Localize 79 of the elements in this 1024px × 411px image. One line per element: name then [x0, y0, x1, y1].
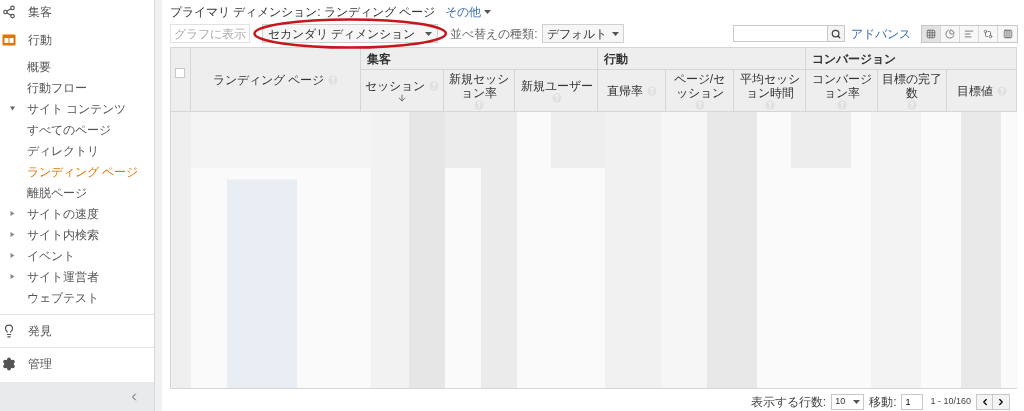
help-icon[interactable]	[765, 99, 775, 110]
caret-icon	[484, 10, 492, 14]
collapsed-triangle-icon[interactable]	[10, 253, 15, 258]
go-to-label: 移動:	[869, 394, 897, 411]
nav-item[interactable]: 行動フロー	[27, 78, 87, 97]
help-icon[interactable]	[551, 92, 562, 103]
nav-section[interactable]: 発見	[28, 322, 52, 340]
column-header[interactable]: 新規ユーザー	[520, 78, 593, 93]
secondary-dimension-dropdown[interactable]: セカンダリ ディメンション	[262, 24, 439, 43]
column-group-header: コンバージョン	[812, 50, 896, 68]
nav-item[interactable]: すべてのページ	[27, 120, 111, 139]
search-icon	[831, 28, 841, 39]
column-header[interactable]: コンバージョン率	[808, 71, 875, 100]
bars-icon	[964, 28, 974, 39]
select-all-checkbox[interactable]	[175, 68, 186, 78]
collapsed-triangle-icon[interactable]	[10, 274, 15, 279]
view-toggle[interactable]	[998, 25, 1017, 42]
column-header[interactable]: 新規セッション率	[446, 71, 512, 100]
help-icon[interactable]	[996, 85, 1007, 96]
help-icon[interactable]	[328, 74, 339, 85]
search-button[interactable]	[828, 25, 845, 42]
nav-item[interactable]: サイト内検索	[27, 225, 99, 244]
sort-arrow-icon	[397, 92, 407, 103]
help-icon[interactable]	[694, 99, 705, 110]
view-toggle[interactable]	[941, 25, 960, 42]
sort-type-label: 並べ替えの種類:	[450, 25, 538, 43]
other-dropdown[interactable]: その他	[445, 3, 492, 21]
caret-icon	[425, 31, 433, 36]
nav-item[interactable]: サイト コンテンツ	[27, 99, 127, 118]
grid-icon	[926, 28, 936, 39]
help-icon[interactable]	[429, 80, 439, 91]
nav-section[interactable]: 集客	[28, 3, 52, 21]
nav-item[interactable]: サイトの速度	[27, 204, 99, 223]
column-header[interactable]: 平均セッション時間	[736, 71, 804, 100]
settings-icon	[2, 357, 16, 371]
nav-section[interactable]: 管理	[28, 355, 52, 373]
column-header[interactable]: 目標の完了数	[880, 71, 944, 100]
caret-icon	[611, 31, 619, 36]
column-group-header: 集客	[367, 50, 391, 68]
primary-dimension-label: プライマリ ディメンション: ランディング ページ	[170, 4, 436, 21]
column-header[interactable]: 直帰率	[606, 83, 643, 98]
help-icon[interactable]	[474, 99, 484, 110]
nav-item[interactable]: 概要	[27, 57, 51, 76]
lightbulb-icon	[2, 324, 16, 338]
help-icon[interactable]	[836, 99, 847, 110]
nav-section[interactable]: 行動	[28, 31, 52, 49]
collapsed-triangle-icon[interactable]	[10, 232, 15, 237]
nav-item[interactable]: ディレクトリ	[27, 141, 99, 160]
go-to-field[interactable]: 1	[901, 394, 924, 410]
column-header[interactable]: ランディング ページ	[212, 70, 325, 89]
rows-per-page-label: 表示する行数:	[750, 394, 827, 411]
nav-item[interactable]: 離脱ページ	[27, 183, 87, 202]
previous-page-button[interactable]	[976, 394, 993, 410]
chevron-right-icon	[996, 397, 1006, 407]
help-icon[interactable]	[907, 99, 917, 110]
sort-type-dropdown[interactable]: デフォルト	[541, 24, 624, 43]
advanced-link[interactable]: アドバンス	[851, 24, 911, 43]
view-toggle[interactable]	[979, 25, 998, 42]
nav-item[interactable]: イベント	[27, 246, 75, 265]
column-header[interactable]: 目標値	[956, 83, 993, 98]
nav-item[interactable]: ウェブテスト	[27, 288, 99, 307]
search-field[interactable]	[733, 25, 828, 42]
columns-icon	[1002, 28, 1013, 39]
nav-item[interactable]: サイト運営者	[27, 267, 99, 286]
view-toggle[interactable]	[960, 25, 979, 42]
view-toggle[interactable]	[922, 25, 941, 42]
page-range: 1 - 10/160	[930, 395, 971, 409]
expanded-triangle-icon[interactable]	[10, 106, 15, 111]
column-header[interactable]: セッション	[365, 78, 425, 93]
column-group-header: 行動	[604, 50, 628, 68]
column-header[interactable]: ページ/セッション	[668, 71, 731, 100]
collapsed-triangle-icon[interactable]	[10, 211, 15, 216]
branch-icon	[2, 5, 16, 19]
pie-chart-icon	[945, 28, 955, 39]
rows-per-page-select[interactable]: 10	[831, 394, 865, 410]
next-page-button[interactable]	[993, 394, 1010, 410]
compare-icon	[983, 28, 993, 39]
caret-icon	[853, 400, 861, 404]
help-icon[interactable]	[646, 85, 657, 96]
